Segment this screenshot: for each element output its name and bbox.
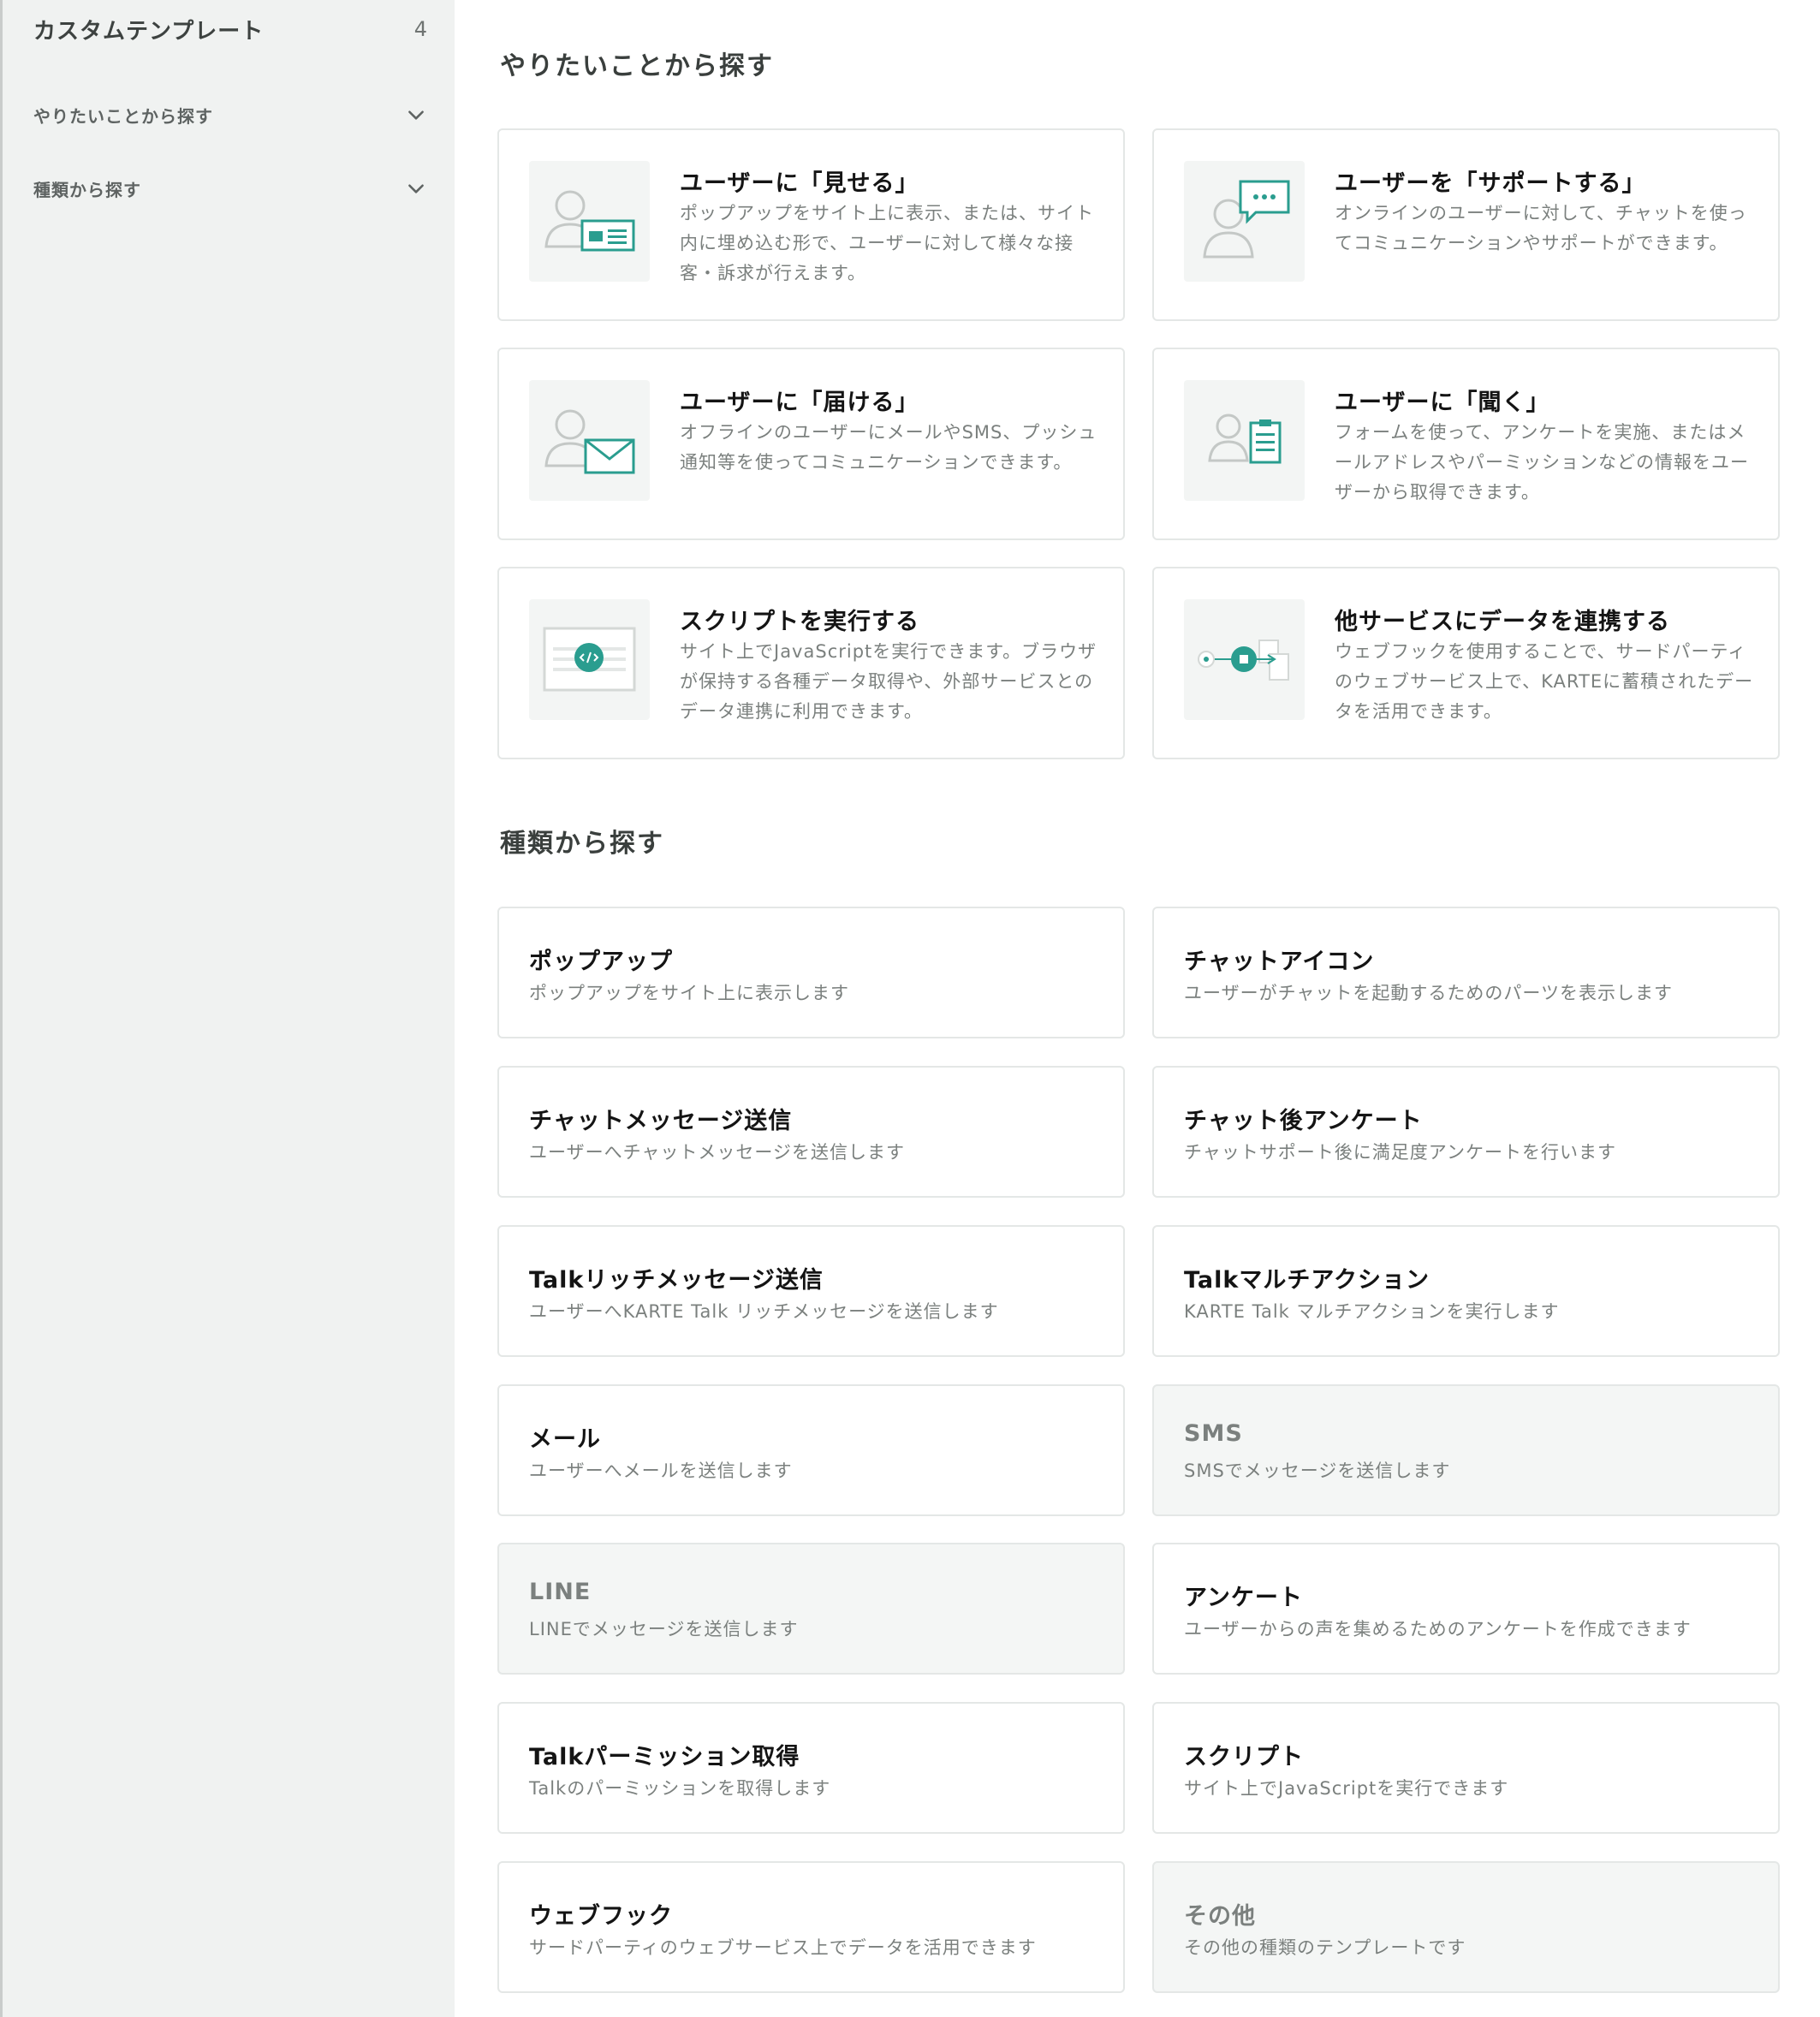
card-title: ユーザーに「見せる」 — [680, 170, 919, 197]
card-description: ウェブフックを使用することで、サードパーティのウェブサービス上で、KARTEに蓄… — [1335, 641, 1754, 722]
purpose-card-webhook[interactable]: 他サービスにデータを連携する ウェブフックを使用することで、サードパーティのウェ… — [1152, 567, 1780, 759]
card-description: サードパーティのウェブサービス上でデータを活用できます — [529, 1937, 1037, 1958]
card-title: チャット後アンケート — [1184, 1108, 1423, 1134]
card-title: LINE — [529, 1579, 592, 1605]
chevron-down-icon[interactable] — [405, 177, 427, 199]
type-card-mail[interactable]: メール ユーザーへメールを送信します — [497, 1384, 1125, 1516]
type-card-talk-rich-message[interactable]: Talkリッチメッセージ送信 ユーザーへKARTE Talk リッチメッセージを… — [497, 1225, 1125, 1357]
card-description: SMSでメッセージを送信します — [1184, 1461, 1451, 1481]
card-description: チャットサポート後に満足度アンケートを行います — [1184, 1142, 1616, 1163]
sidebar-title: カスタムテンプレート — [33, 18, 265, 45]
card-title: Talkパーミッション取得 — [529, 1744, 800, 1770]
card-title: スクリプトを実行する — [680, 609, 919, 635]
type-card-talk-permission[interactable]: Talkパーミッション取得 Talkのパーミッションを取得します — [497, 1702, 1125, 1834]
section-title-purpose: やりたいことから探す — [500, 51, 774, 81]
user-popup-icon — [529, 161, 650, 282]
sidebar-item-type[interactable]: 種類から探す — [33, 171, 427, 205]
webhook-icon — [1184, 599, 1305, 720]
sidebar-item-purpose[interactable]: やりたいことから探す — [33, 98, 427, 132]
card-title: チャットアイコン — [1184, 949, 1375, 975]
main-content: やりたいことから探す ユーザーに「見せる」 ポップアップをサイト上に表示、または… — [455, 0, 1820, 2017]
card-description: ポップアップをサイト上に表示します — [529, 983, 849, 1003]
card-title: ユーザーに「届ける」 — [680, 390, 919, 416]
sidebar: カスタムテンプレート 4 やりたいことから探す 種類から探す — [0, 0, 455, 2017]
card-title: アンケート — [1184, 1585, 1303, 1611]
card-description: サイト上でJavaScriptを実行できます — [1184, 1778, 1509, 1799]
card-description: ユーザーがチャットを起動するためのパーツを表示します — [1184, 983, 1673, 1003]
chevron-down-icon[interactable] — [405, 104, 427, 126]
user-chat-icon — [1184, 161, 1305, 282]
purpose-card-script[interactable]: スクリプトを実行する サイト上でJavaScriptを実行できます。ブラウザが保… — [497, 567, 1125, 759]
card-description: KARTE Talk マルチアクションを実行します — [1184, 1301, 1560, 1322]
card-title: ポップアップ — [529, 949, 673, 975]
type-card-other[interactable]: その他 その他の種類のテンプレートです — [1152, 1861, 1780, 1993]
card-title: ユーザーを「サポートする」 — [1335, 170, 1646, 197]
card-title: ウェブフック — [529, 1903, 673, 1930]
user-form-icon — [1184, 380, 1305, 501]
type-card-sms[interactable]: SMS SMSでメッセージを送信します — [1152, 1384, 1780, 1516]
card-description: オフラインのユーザーにメールやSMS、プッシュ通知等を使ってコミュニケーションで… — [680, 422, 1097, 473]
card-title: 他サービスにデータを連携する — [1335, 609, 1670, 635]
card-description: ポップアップをサイト上に表示、または、サイト内に埋め込む形で、ユーザーに対して様… — [680, 203, 1094, 283]
type-card-survey[interactable]: アンケート ユーザーからの声を集めるためのアンケートを作成できます — [1152, 1543, 1780, 1675]
purpose-card-support[interactable]: ユーザーを「サポートする」 オンラインのユーザーに対して、チャットを使ってコミュ… — [1152, 128, 1780, 321]
card-description: LINEでメッセージを送信します — [529, 1619, 799, 1639]
sidebar-item-label: やりたいことから探す — [33, 105, 213, 127]
type-card-chat-icon[interactable]: チャットアイコン ユーザーがチャットを起動するためのパーツを表示します — [1152, 907, 1780, 1038]
type-card-script[interactable]: スクリプト サイト上でJavaScriptを実行できます — [1152, 1702, 1780, 1834]
card-description: ユーザーからの声を集めるためのアンケートを作成できます — [1184, 1619, 1692, 1639]
section-title-type: 種類から探す — [500, 829, 664, 859]
card-description: ユーザーへKARTE Talk リッチメッセージを送信します — [529, 1301, 999, 1322]
card-description: サイト上でJavaScriptを実行できます。ブラウザが保持する各種データ取得や… — [680, 641, 1097, 722]
card-title: その他 — [1184, 1903, 1256, 1930]
card-title: チャットメッセージ送信 — [529, 1108, 793, 1134]
type-card-chat-message[interactable]: チャットメッセージ送信 ユーザーへチャットメッセージを送信します — [497, 1066, 1125, 1198]
script-icon — [529, 599, 650, 720]
sidebar-header: カスタムテンプレート 4 — [33, 12, 427, 46]
type-card-webhook[interactable]: ウェブフック サードパーティのウェブサービス上でデータを活用できます — [497, 1861, 1125, 1993]
type-card-popup[interactable]: ポップアップ ポップアップをサイト上に表示します — [497, 907, 1125, 1038]
type-card-talk-multi-action[interactable]: Talkマルチアクション KARTE Talk マルチアクションを実行します — [1152, 1225, 1780, 1357]
card-title: メール — [529, 1426, 601, 1453]
user-mail-icon — [529, 380, 650, 501]
card-description: フォームを使って、アンケートを実施、またはメールアドレスやパーミッションなどの情… — [1335, 422, 1749, 503]
card-title: Talkリッチメッセージ送信 — [529, 1267, 824, 1294]
card-description: オンラインのユーザーに対して、チャットを使ってコミュニケーションやサポートができ… — [1335, 203, 1747, 253]
card-title: ユーザーに「聞く」 — [1335, 390, 1550, 416]
type-card-line[interactable]: LINE LINEでメッセージを送信します — [497, 1543, 1125, 1675]
card-description: その他の種類のテンプレートです — [1184, 1937, 1466, 1958]
card-title: スクリプト — [1184, 1744, 1304, 1770]
card-title: SMS — [1184, 1420, 1243, 1447]
sidebar-item-label: 種類から探す — [33, 179, 141, 200]
card-description: ユーザーへチャットメッセージを送信します — [529, 1142, 905, 1163]
template-count: 4 — [413, 17, 427, 41]
purpose-card-ask[interactable]: ユーザーに「聞く」 フォームを使って、アンケートを実施、またはメールアドレスやパ… — [1152, 348, 1780, 540]
type-card-post-chat-survey[interactable]: チャット後アンケート チャットサポート後に満足度アンケートを行います — [1152, 1066, 1780, 1198]
purpose-card-deliver[interactable]: ユーザーに「届ける」 オフラインのユーザーにメールやSMS、プッシュ通知等を使っ… — [497, 348, 1125, 540]
purpose-card-show[interactable]: ユーザーに「見せる」 ポップアップをサイト上に表示、または、サイト内に埋め込む形… — [497, 128, 1125, 321]
card-description: ユーザーへメールを送信します — [529, 1461, 793, 1481]
card-description: Talkのパーミッションを取得します — [529, 1778, 831, 1799]
card-title: Talkマルチアクション — [1184, 1267, 1430, 1294]
